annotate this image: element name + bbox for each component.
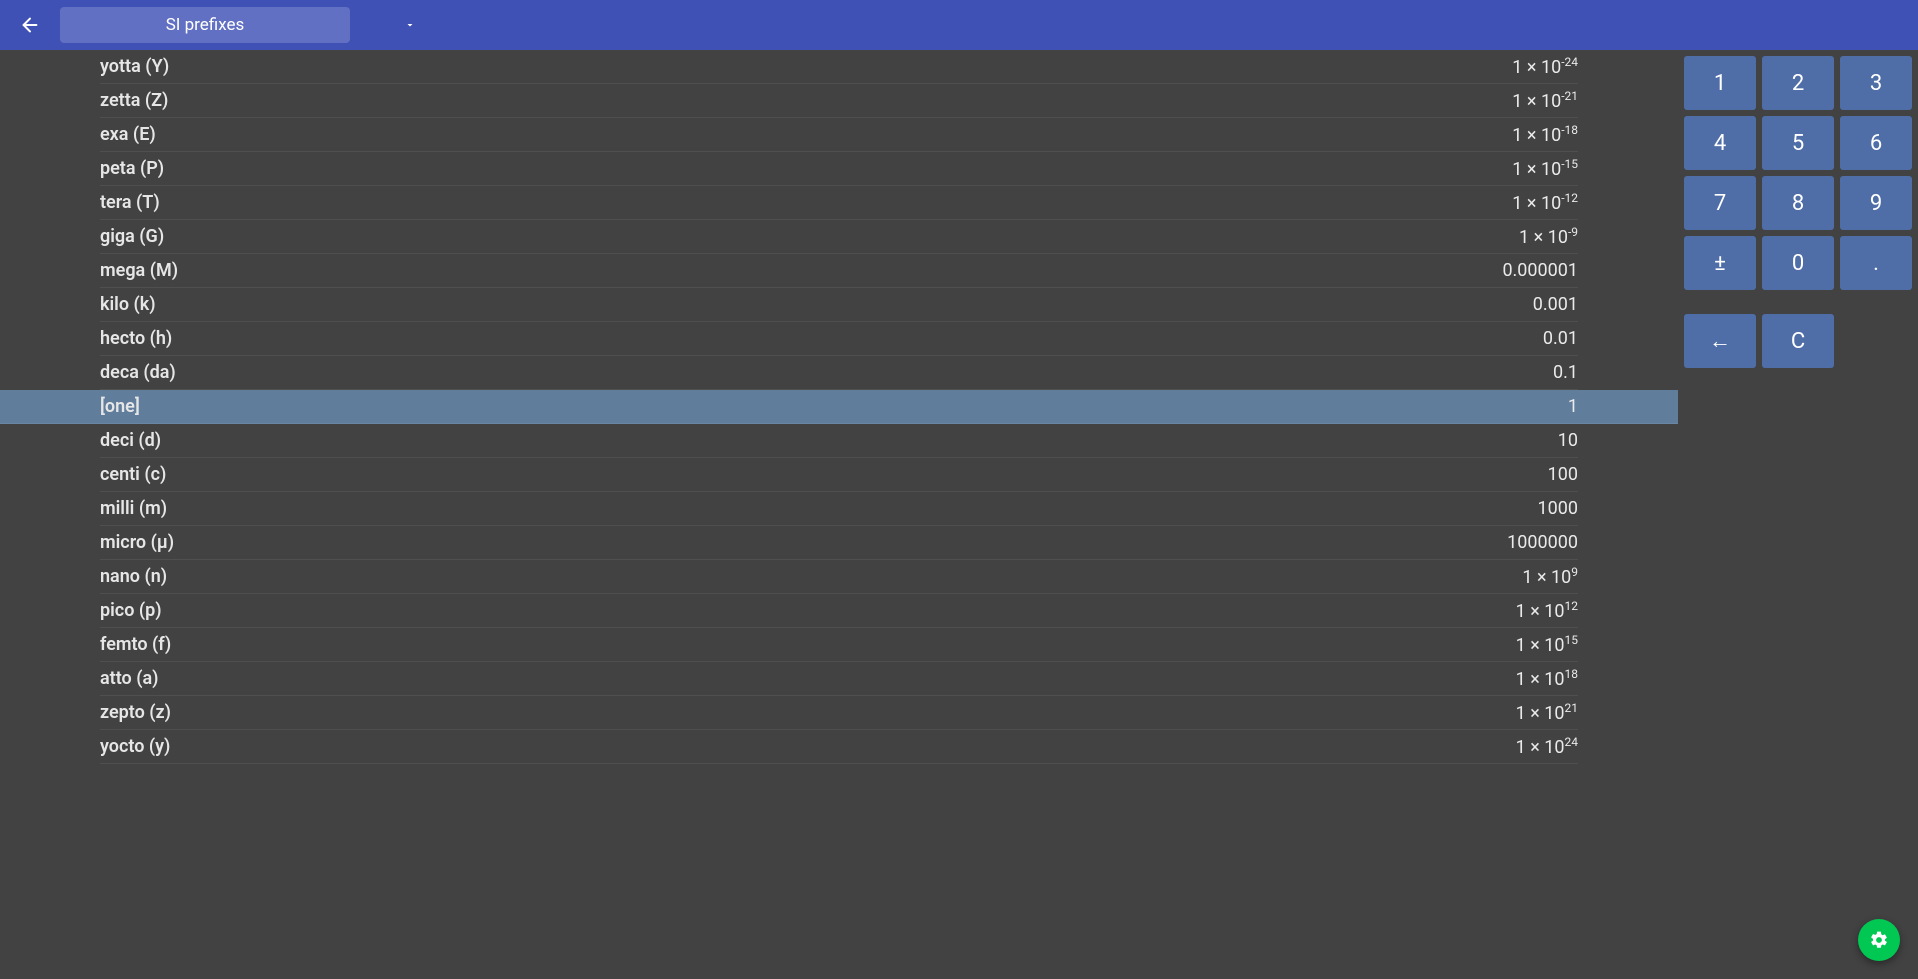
chevron-down-icon xyxy=(404,19,416,31)
unit-value: 1 × 1012 xyxy=(1516,599,1578,622)
unit-label: mega (M) xyxy=(100,260,178,281)
key-1[interactable]: 1 xyxy=(1684,56,1756,110)
unit-label: micro (μ) xyxy=(100,532,174,553)
key-8[interactable]: 8 xyxy=(1762,176,1834,230)
unit-list: yotta (Y) 1 × 10-24 zetta (Z) 1 × 10-21 exa … xyxy=(0,50,1678,979)
arrow-left-icon xyxy=(19,14,41,36)
unit-row[interactable]: zepto (z) 1 × 1021 xyxy=(100,696,1578,730)
unit-value: 0.000001 xyxy=(1502,260,1578,281)
dropdown-button[interactable] xyxy=(400,15,420,35)
unit-label: nano (n) xyxy=(100,566,167,587)
unit-label: zepto (z) xyxy=(100,702,171,723)
unit-value: 1 × 10-9 xyxy=(1519,225,1578,248)
unit-row[interactable]: milli (m) 1000 xyxy=(100,492,1578,526)
key-backspace[interactable]: ← xyxy=(1684,314,1756,368)
unit-label: exa (E) xyxy=(100,124,156,145)
unit-value: 1 × 10-18 xyxy=(1512,123,1578,146)
category-selector[interactable]: SI prefixes xyxy=(60,7,350,43)
unit-value: 1 × 10-24 xyxy=(1512,55,1578,78)
keypad: 1 2 3 4 5 6 7 8 9 ± 0 . ← C xyxy=(1678,50,1918,979)
unit-value: 10 xyxy=(1558,430,1578,451)
unit-row[interactable]: atto (a) 1 × 1018 xyxy=(100,662,1578,696)
unit-label: zetta (Z) xyxy=(100,90,168,111)
unit-value: 1 × 10-15 xyxy=(1512,157,1578,180)
back-button[interactable] xyxy=(10,5,50,45)
key-4[interactable]: 4 xyxy=(1684,116,1756,170)
unit-row[interactable]: kilo (k) 0.001 xyxy=(100,288,1578,322)
unit-value: 1000000 xyxy=(1507,532,1578,553)
unit-label: milli (m) xyxy=(100,498,167,519)
unit-label: yotta (Y) xyxy=(100,56,169,77)
key-plusminus[interactable]: ± xyxy=(1684,236,1756,290)
unit-row[interactable]: yotta (Y) 1 × 10-24 xyxy=(100,50,1578,84)
unit-label: atto (a) xyxy=(100,668,158,689)
unit-label: kilo (k) xyxy=(100,294,156,315)
unit-value: 1 xyxy=(1568,396,1578,417)
unit-value: 1 × 1015 xyxy=(1516,633,1578,656)
unit-row[interactable]: zetta (Z) 1 × 10-21 xyxy=(100,84,1578,118)
unit-value: 0.01 xyxy=(1543,328,1578,349)
main-content: yotta (Y) 1 × 10-24 zetta (Z) 1 × 10-21 exa … xyxy=(0,50,1918,979)
unit-row[interactable]: micro (μ) 1000000 xyxy=(100,526,1578,560)
unit-label: pico (p) xyxy=(100,600,162,621)
unit-value: 1 × 1024 xyxy=(1516,735,1578,758)
unit-value: 1 × 109 xyxy=(1522,565,1578,588)
key-3[interactable]: 3 xyxy=(1840,56,1912,110)
unit-label: deci (d) xyxy=(100,430,161,451)
unit-value: 0.001 xyxy=(1533,294,1578,315)
unit-label: yocto (y) xyxy=(100,736,170,757)
gear-icon xyxy=(1869,930,1889,950)
key-clear[interactable]: C xyxy=(1762,314,1834,368)
unit-value: 0.1 xyxy=(1553,362,1578,383)
key-7[interactable]: 7 xyxy=(1684,176,1756,230)
unit-row[interactable]: [one] 1 xyxy=(0,390,1678,424)
settings-fab[interactable] xyxy=(1858,919,1900,961)
unit-row[interactable]: nano (n) 1 × 109 xyxy=(100,560,1578,594)
unit-row[interactable]: femto (f) 1 × 1015 xyxy=(100,628,1578,662)
unit-row[interactable]: pico (p) 1 × 1012 xyxy=(100,594,1578,628)
app-header: SI prefixes xyxy=(0,0,1918,50)
unit-label: giga (G) xyxy=(100,226,164,247)
unit-row[interactable]: peta (P) 1 × 10-15 xyxy=(100,152,1578,186)
unit-label: centi (c) xyxy=(100,464,166,485)
unit-row[interactable]: hecto (h) 0.01 xyxy=(100,322,1578,356)
unit-label: peta (P) xyxy=(100,158,164,179)
unit-row[interactable]: yocto (y) 1 × 1024 xyxy=(100,730,1578,764)
key-5[interactable]: 5 xyxy=(1762,116,1834,170)
key-2[interactable]: 2 xyxy=(1762,56,1834,110)
unit-row[interactable]: deci (d) 10 xyxy=(100,424,1578,458)
key-decimal[interactable]: . xyxy=(1840,236,1912,290)
unit-row[interactable]: tera (T) 1 × 10-12 xyxy=(100,186,1578,220)
unit-row[interactable]: exa (E) 1 × 10-18 xyxy=(100,118,1578,152)
key-9[interactable]: 9 xyxy=(1840,176,1912,230)
unit-row[interactable]: deca (da) 0.1 xyxy=(100,356,1578,390)
unit-value: 1000 xyxy=(1538,498,1578,519)
unit-row[interactable]: giga (G) 1 × 10-9 xyxy=(100,220,1578,254)
key-0[interactable]: 0 xyxy=(1762,236,1834,290)
unit-value: 1 × 1018 xyxy=(1516,667,1578,690)
unit-label: hecto (h) xyxy=(100,328,172,349)
unit-value: 100 xyxy=(1548,464,1578,485)
unit-label: femto (f) xyxy=(100,634,171,655)
unit-row[interactable]: mega (M) 0.000001 xyxy=(100,254,1578,288)
key-6[interactable]: 6 xyxy=(1840,116,1912,170)
unit-label: [one] xyxy=(100,396,140,417)
unit-value: 1 × 10-12 xyxy=(1512,191,1578,214)
unit-value: 1 × 10-21 xyxy=(1512,89,1578,112)
unit-label: deca (da) xyxy=(100,362,176,383)
unit-label: tera (T) xyxy=(100,192,160,213)
category-title: SI prefixes xyxy=(166,15,245,35)
unit-value: 1 × 1021 xyxy=(1516,701,1578,724)
unit-row[interactable]: centi (c) 100 xyxy=(100,458,1578,492)
